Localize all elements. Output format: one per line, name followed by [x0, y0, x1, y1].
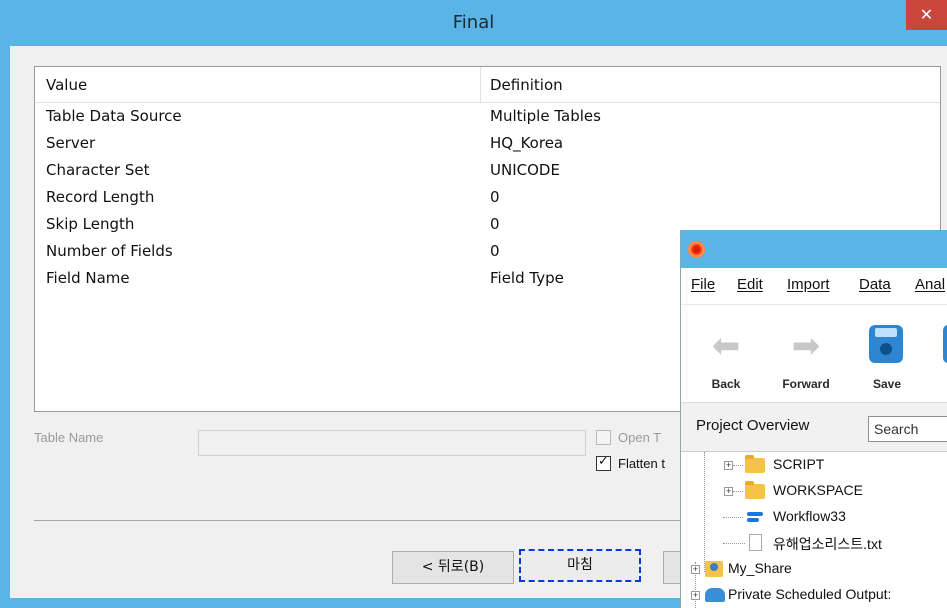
arrow-left-icon: ⬅ [711, 327, 741, 365]
shared-folder-icon [705, 561, 723, 577]
back-tool-label: Back [711, 377, 741, 391]
project-overview-bar: Project Overview Search [681, 402, 947, 452]
flatten-label: Flatten t [618, 456, 665, 471]
row-definition: 0 [490, 215, 500, 233]
project-tree: + SCRIPT + WORKSPACE Workflow33 유해업소리스트.… [681, 452, 947, 608]
search-input[interactable]: Search [868, 416, 947, 442]
grid-header: Value Definition [35, 67, 940, 103]
expand-icon[interactable]: + [691, 565, 700, 574]
app-window: File Edit Import Data Anal ⬅ Back ➡ Forw… [680, 230, 947, 608]
row-definition: Multiple Tables [490, 107, 601, 125]
back-tool-button[interactable]: ⬅ Back [696, 305, 756, 403]
document-icon [749, 534, 762, 551]
row-value: Number of Fields [46, 242, 173, 260]
tree-item-label: SCRIPT [773, 456, 825, 472]
tree-item-script[interactable]: + SCRIPT [681, 452, 947, 478]
finish-button[interactable]: 마침 [519, 549, 641, 582]
table-name-input [198, 430, 586, 456]
open-table-checkbox[interactable] [596, 430, 611, 445]
save-icon [869, 325, 903, 363]
table-name-label: Table Name [34, 430, 104, 445]
project-overview-label: Project Overview [696, 417, 810, 434]
grid-row[interactable]: Record Length 0 [35, 184, 675, 211]
grid-row[interactable]: Table Data Source Multiple Tables [35, 103, 675, 130]
column-separator[interactable] [480, 67, 481, 103]
close-button[interactable]: ✕ [906, 0, 947, 30]
workflow-icon [745, 510, 765, 524]
tree-item-private-scheduled-output[interactable]: + Private Scheduled Output: [681, 582, 947, 608]
tree-connector [733, 491, 743, 492]
menu-import[interactable]: Import [787, 276, 830, 293]
tree-item-workflow33[interactable]: Workflow33 [681, 504, 947, 530]
row-value: Server [46, 134, 96, 152]
app-logo-icon [688, 241, 705, 258]
menu-file[interactable]: File [691, 276, 715, 293]
grid-row[interactable]: Skip Length 0 [35, 211, 675, 238]
save-tool-button[interactable]: Save [857, 305, 917, 403]
app-titlebar[interactable] [681, 230, 947, 268]
divider [34, 520, 694, 521]
partial-tool-icon[interactable] [943, 325, 947, 363]
menu-data[interactable]: Data [859, 276, 891, 293]
row-definition: 0 [490, 242, 500, 260]
row-value: Character Set [46, 161, 150, 179]
menu-bar: File Edit Import Data Anal [681, 268, 947, 304]
arrow-right-icon: ➡ [791, 327, 821, 365]
cloud-folder-icon [705, 588, 725, 602]
tree-item-label: WORKSPACE [773, 482, 863, 498]
tree-item-label: 유해업소리스트.txt [773, 536, 882, 552]
grid-row[interactable]: Character Set UNICODE [35, 157, 675, 184]
forward-tool-button[interactable]: ➡ Forward [776, 305, 836, 403]
column-header-value[interactable]: Value [46, 76, 87, 94]
tree-connector [723, 517, 743, 518]
forward-tool-label: Forward [782, 377, 830, 391]
back-button[interactable]: < 뒤로(B) [392, 551, 514, 584]
tree-item-workspace[interactable]: + WORKSPACE [681, 478, 947, 504]
open-table-label: Open T [618, 430, 662, 445]
menu-edit[interactable]: Edit [737, 276, 763, 293]
grid-row[interactable]: Server HQ_Korea [35, 130, 675, 157]
tree-item-my-share[interactable]: + My_Share [681, 556, 947, 582]
tree-item-label: Private Scheduled Output: [728, 586, 892, 602]
save-tool-label: Save [872, 377, 902, 391]
tree-item-label: Workflow33 [773, 508, 846, 524]
expand-icon[interactable]: + [724, 487, 733, 496]
row-definition: HQ_Korea [490, 134, 564, 152]
dialog-title: Final [452, 12, 495, 33]
folder-icon [745, 455, 765, 473]
tree-item-file[interactable]: 유해업소리스트.txt [681, 530, 947, 556]
expand-icon[interactable]: + [691, 591, 700, 600]
row-value: Table Data Source [46, 107, 182, 125]
row-definition: 0 [490, 188, 500, 206]
folder-icon [745, 481, 765, 499]
row-value: Field Name [46, 269, 130, 287]
column-header-definition[interactable]: Definition [490, 76, 563, 94]
expand-icon[interactable]: + [724, 461, 733, 470]
row-definition: UNICODE [490, 161, 560, 179]
row-value: Record Length [46, 188, 155, 206]
tree-item-label: My_Share [728, 560, 792, 576]
grid-row[interactable]: Number of Fields 0 [35, 238, 675, 265]
flatten-checkbox[interactable] [596, 454, 611, 471]
grid-row[interactable]: Field Name Field Type [35, 265, 675, 292]
menu-analyze[interactable]: Anal [915, 276, 945, 293]
row-definition: Field Type [490, 269, 564, 287]
toolbar: ⬅ Back ➡ Forward Save [681, 304, 947, 402]
row-value: Skip Length [46, 215, 135, 233]
tree-connector [723, 543, 745, 544]
close-icon: ✕ [919, 5, 934, 24]
tree-connector [733, 465, 743, 466]
